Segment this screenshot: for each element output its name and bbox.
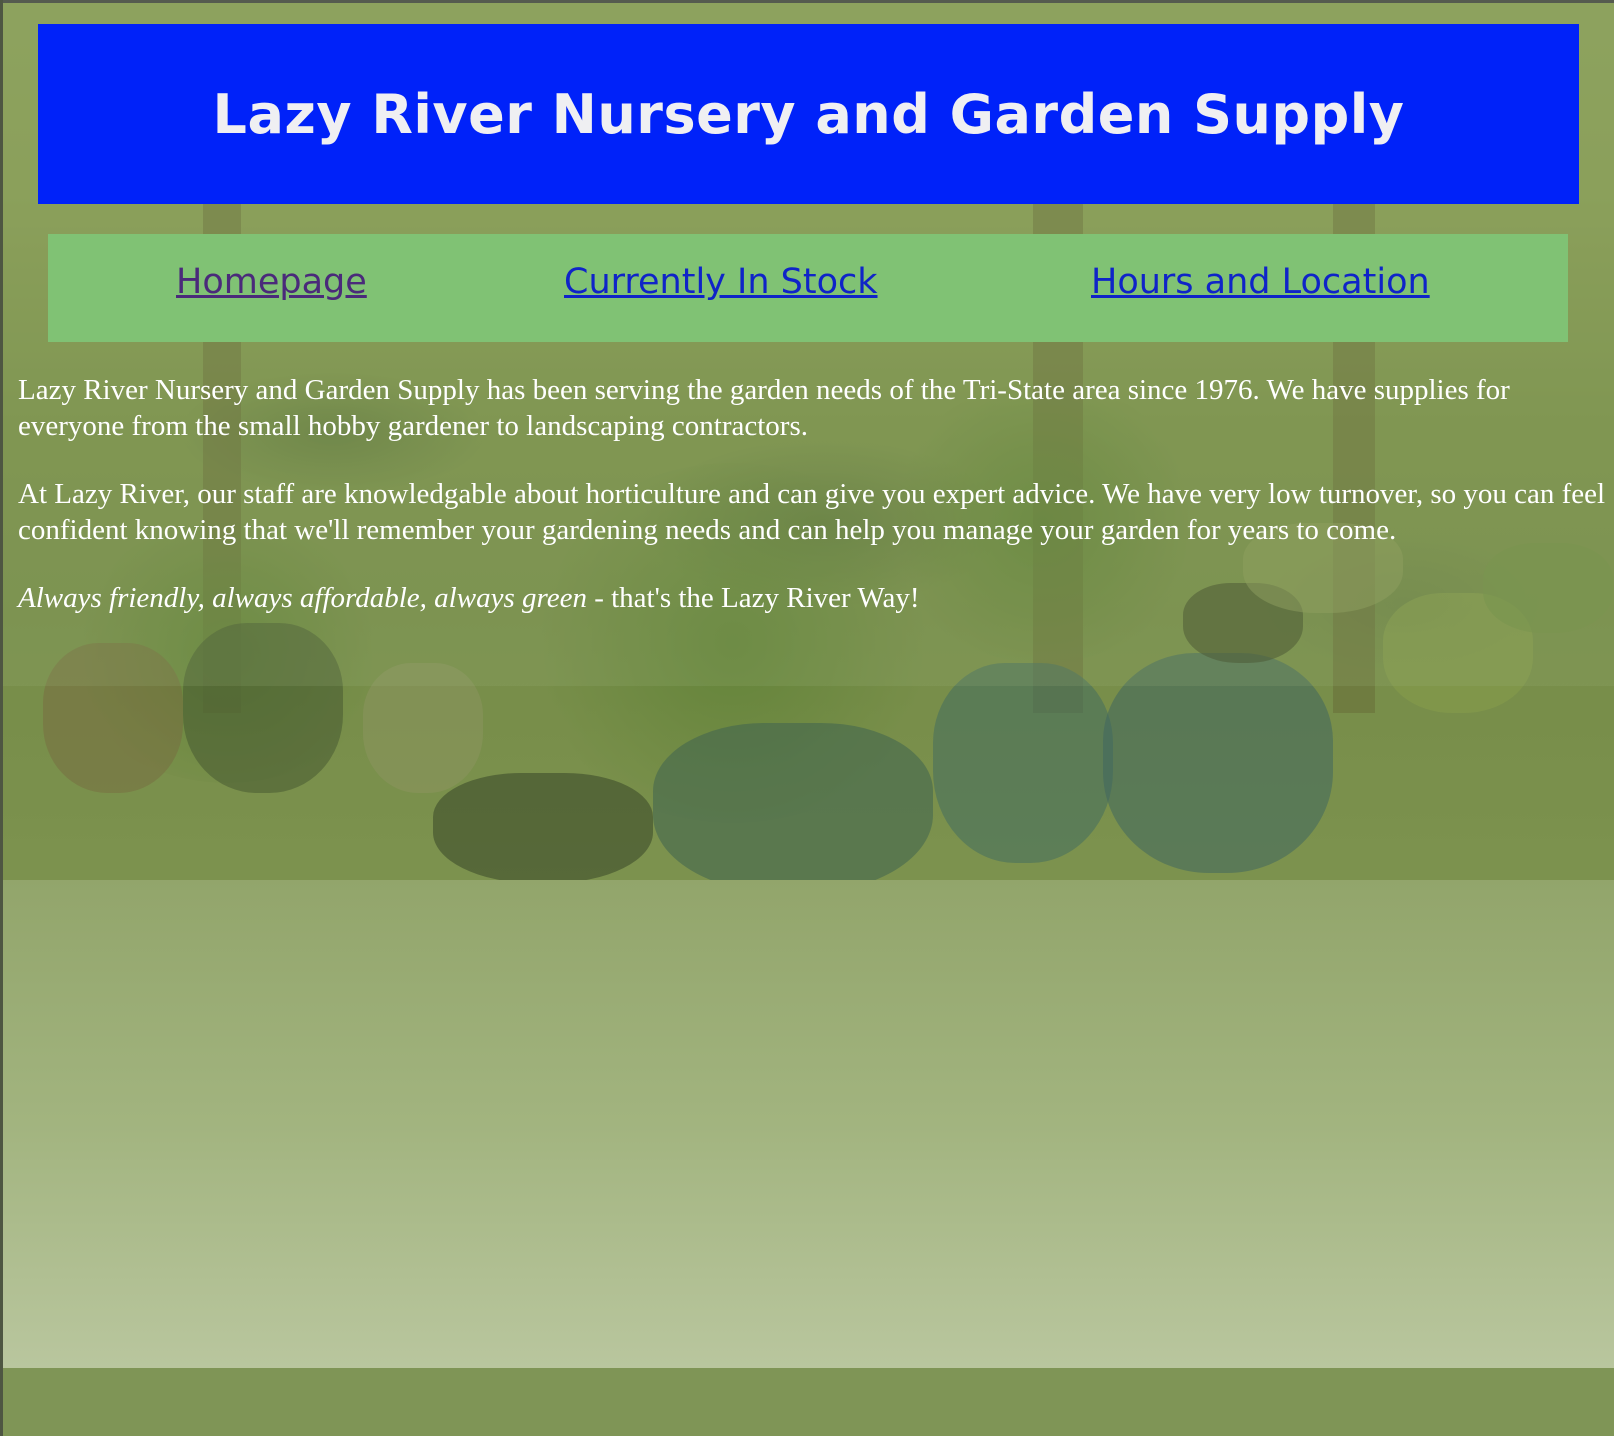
tagline-paragraph: Always friendly, always affordable, alwa… [18,580,1608,616]
site-header: Lazy River Nursery and Garden Supply [38,24,1579,204]
page-background-fade [3,880,1614,1368]
site-title: Lazy River Nursery and Garden Supply [212,82,1405,146]
tagline-emphasis: Always friendly, always affordable, alwa… [18,582,587,614]
intro-paragraph: Lazy River Nursery and Garden Supply has… [18,374,1510,442]
staff-paragraph: At Lazy River, our staff are knowledgabl… [18,478,1606,546]
nav-link-homepage[interactable]: Homepage [176,262,367,302]
tagline-rest: - that's the Lazy River Way! [586,582,920,614]
page-background-bottom [3,1368,1614,1436]
photo-lower-overlay [3,686,1614,880]
main-navigation: Homepage Currently In Stock Hours and Lo… [48,234,1568,342]
main-content: Lazy River Nursery and Garden Supply has… [18,372,1608,616]
nav-link-hours-and-location[interactable]: Hours and Location [1091,262,1430,302]
nav-link-currently-in-stock[interactable]: Currently In Stock [564,262,878,302]
